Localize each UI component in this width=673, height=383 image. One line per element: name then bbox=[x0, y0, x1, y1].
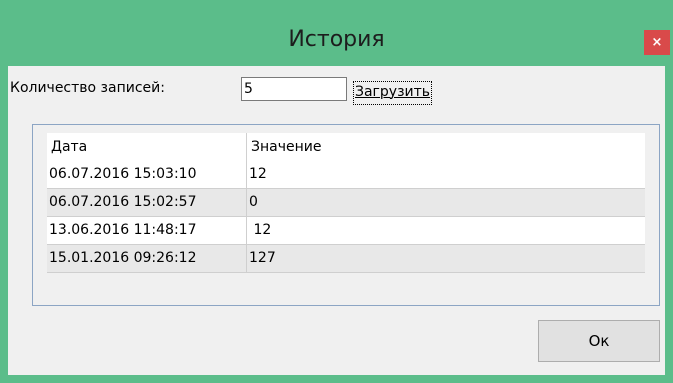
record-count-label: Количество записей: bbox=[10, 80, 165, 96]
table-row[interactable]: 13.06.2016 11:48:17 12 bbox=[47, 217, 645, 245]
ok-button[interactable]: Ок bbox=[538, 320, 660, 362]
record-count-input[interactable]: 5 bbox=[241, 77, 347, 101]
dialog-body: Количество записей: 5 Загрузить Дата Зна… bbox=[8, 66, 665, 375]
table-row[interactable]: 15.01.2016 09:26:12 127 bbox=[47, 245, 645, 273]
date-cell[interactable]: 06.07.2016 15:03:10 bbox=[47, 161, 247, 188]
title-bar[interactable]: История × bbox=[0, 0, 673, 60]
value-cell[interactable]: 12 bbox=[247, 217, 644, 244]
date-cell[interactable]: 15.01.2016 09:26:12 bbox=[47, 245, 247, 272]
value-cell[interactable]: 12 bbox=[247, 161, 644, 188]
load-button[interactable]: Загрузить bbox=[353, 81, 433, 105]
column-header-date[interactable]: Дата bbox=[47, 133, 247, 161]
value-cell[interactable]: 0 bbox=[247, 189, 644, 216]
table-row[interactable]: 06.07.2016 15:03:10 12 bbox=[47, 161, 645, 189]
close-icon: × bbox=[651, 35, 663, 50]
column-header-value[interactable]: Значение bbox=[247, 133, 644, 161]
date-cell[interactable]: 13.06.2016 11:48:17 bbox=[47, 217, 247, 244]
history-window: История × Количество записей: 5 Загрузит… bbox=[0, 0, 673, 383]
grid-header: Дата Значение bbox=[47, 133, 645, 162]
table-row[interactable]: 06.07.2016 15:02:57 0 bbox=[47, 189, 645, 217]
close-button[interactable]: × bbox=[644, 30, 670, 55]
window-title: История bbox=[288, 27, 385, 52]
date-cell[interactable]: 06.07.2016 15:02:57 bbox=[47, 189, 247, 216]
value-cell[interactable]: 127 bbox=[247, 245, 644, 272]
history-grid[interactable]: Дата Значение 06.07.2016 15:03:10 12 06.… bbox=[32, 124, 660, 306]
